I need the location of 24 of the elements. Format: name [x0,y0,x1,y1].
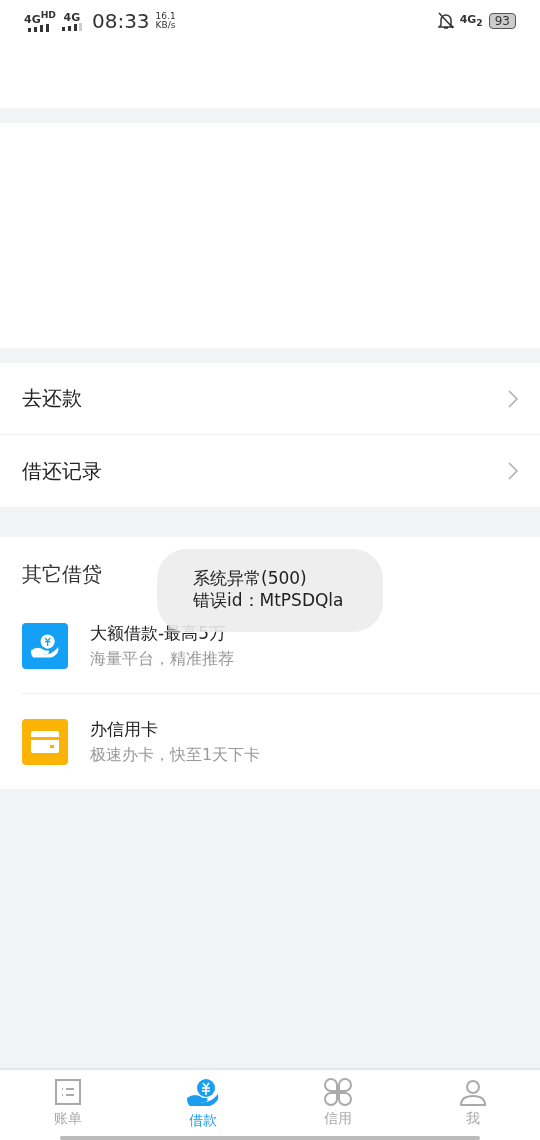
section-title: 其它借贷 [22,562,102,586]
card-icon [22,718,68,765]
chevron-right-icon [508,389,518,408]
menu-label: 去还款 [22,385,82,412]
clover-icon [323,1078,352,1106]
clock: 08:33 [91,9,150,33]
list-icon [53,1078,82,1106]
signal-indicator: 4G [61,11,82,31]
network-speed: 16.1 KB/s [155,11,176,31]
loan-item[interactable]: 办信用卡 极速办卡，快至1天下卡 [22,694,540,789]
signal-indicator: 4G$^{HD}$ [24,9,56,33]
menu-item[interactable]: 去还款 [0,363,540,435]
menu-item[interactable]: 借还记录 [0,435,540,507]
item-title: 办信用卡 [90,717,159,741]
network-indicator: 4G$_{2}$ [459,14,483,28]
person-icon [458,1078,487,1106]
menu-label: 借还记录 [22,457,102,485]
item-subtitle: 极速办卡，快至1天下卡 [90,744,261,766]
bell-off-icon [437,12,454,30]
chevron-right-icon [508,462,518,480]
battery: 93 [488,13,516,29]
item-subtitle: 海量平台，精准推荐 [90,649,234,670]
coin-hand-icon [22,623,68,669]
coin-hand-icon [185,1078,220,1108]
